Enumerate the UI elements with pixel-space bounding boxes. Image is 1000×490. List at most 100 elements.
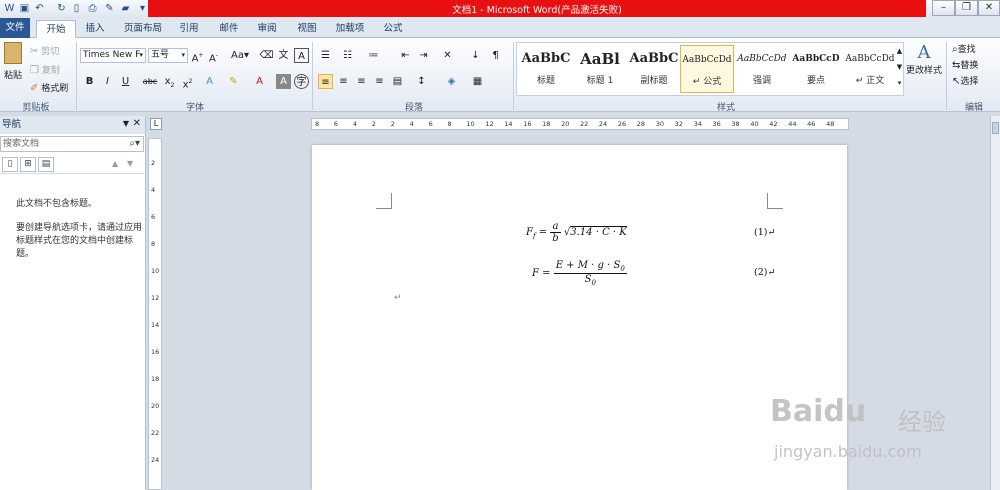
style-subtitle[interactable]: AaBbC 副标题 (627, 45, 681, 93)
underline-icon[interactable]: U (118, 74, 133, 89)
group-label-editing: 编辑 (964, 103, 983, 113)
strikethrough-icon[interactable]: abc (142, 74, 158, 89)
shrink-font-icon[interactable]: A- (206, 48, 221, 64)
tab-review[interactable]: 审阅 (252, 20, 282, 38)
tab-references[interactable]: 引用 (174, 20, 204, 38)
ruler-tick-label: 6 (428, 120, 433, 128)
save-icon[interactable]: ▣ (18, 2, 31, 15)
ruler-tick-label: 10 (151, 267, 160, 275)
headings-view-icon[interactable]: ▯ (2, 157, 18, 172)
line-spacing-icon[interactable]: ↕ (414, 74, 429, 89)
equation-2[interactable]: F = E + M · g · S0 S0 (532, 260, 627, 287)
close-button[interactable]: ✕ (978, 0, 1000, 16)
style-strong[interactable]: AaBbCcD 要点 (789, 45, 843, 93)
select-label: 选择 (960, 77, 979, 87)
style-heading-1[interactable]: AaBl 标题 1 (573, 45, 627, 93)
cut-button[interactable]: ✂ 剪切 (30, 44, 59, 57)
style-heading[interactable]: AaBbC 标题 (519, 45, 573, 93)
new-doc-icon[interactable]: ▯ (70, 2, 83, 15)
bold-icon[interactable]: B (82, 74, 97, 89)
text-effects-icon[interactable]: A (202, 74, 217, 89)
grow-font-icon[interactable]: A+ (190, 48, 205, 64)
vertical-ruler[interactable]: 2 4 6 8 10 12 14 16 18 20 22 24 (148, 138, 162, 490)
show-marks-icon[interactable]: ¶ (488, 48, 503, 63)
char-shading-icon[interactable]: A (276, 74, 291, 89)
restore-button[interactable]: ❐ (955, 0, 978, 16)
spellcheck-icon[interactable]: ✎ (103, 2, 116, 15)
select-button[interactable]: ↖选择 (952, 74, 978, 87)
tab-addins[interactable]: 加载项 (330, 20, 370, 38)
chevron-down-icon[interactable]: ▼ (123, 119, 129, 128)
tab-equation[interactable]: 公式 (378, 20, 408, 38)
numbering-icon[interactable]: ☷ (340, 48, 355, 63)
increase-indent-icon[interactable]: ⇥ (416, 48, 431, 63)
tab-selector-icon[interactable]: L (150, 118, 162, 130)
redo-icon[interactable]: ↻ (55, 2, 68, 15)
distribute-icon[interactable]: ▤ (390, 74, 405, 89)
ruler-tick-label: 10 (466, 120, 475, 128)
print-preview-icon[interactable]: ⎙ (86, 2, 99, 15)
bullets-icon[interactable]: ☰ (318, 48, 333, 63)
style-emphasis[interactable]: AaBbCcDd 强调 (735, 45, 789, 93)
shading-icon[interactable]: ◈ (444, 74, 459, 89)
word-app-icon[interactable]: W (3, 2, 16, 15)
ruler-tick-label: 2 (390, 120, 395, 128)
search-icon[interactable]: ⌕▾ (129, 137, 140, 151)
nav-search-input[interactable]: 搜索文档 ⌕▾ (0, 136, 144, 152)
superscript-icon[interactable]: x2 (180, 74, 195, 90)
find-button[interactable]: ⌕查找 (952, 42, 976, 55)
align-center-icon[interactable]: ≡ (336, 74, 351, 89)
tab-file[interactable]: 文件 (0, 18, 30, 38)
style-equation[interactable]: AaBbCcDd ↵ 公式 (680, 45, 734, 93)
change-case-icon[interactable]: Aa▾ (230, 48, 250, 63)
enclose-char-icon[interactable]: 字 (294, 74, 309, 89)
minimize-button[interactable]: – (932, 0, 955, 16)
format-painter-button[interactable]: ✐ 格式刷 (30, 81, 68, 94)
paste-button[interactable]: 粘贴 (2, 42, 24, 82)
ruler-tick-label: 6 (333, 120, 339, 128)
ruler-tick-label: 38 (731, 120, 740, 128)
clear-format-icon[interactable]: ⌫ (259, 48, 274, 63)
tab-mailings[interactable]: 邮件 (214, 20, 244, 38)
font-size-combo[interactable]: 五号 ▾ (148, 48, 188, 63)
next-result-icon[interactable]: ▼ (127, 159, 133, 168)
decrease-indent-icon[interactable]: ⇤ (398, 48, 413, 63)
style-normal[interactable]: AaBbCcDd ↵ 正文 (843, 45, 897, 93)
tab-home[interactable]: 开始 (36, 20, 76, 38)
tab-page-layout[interactable]: 页面布局 (118, 20, 168, 38)
prev-result-icon[interactable]: ▲ (112, 159, 118, 168)
phonetic-guide-icon[interactable]: 文 (276, 48, 291, 63)
font-name-combo[interactable]: Times New F ▾ (80, 48, 146, 63)
group-label-styles: 样式 (716, 103, 735, 113)
results-view-icon[interactable]: ▤ (38, 157, 54, 172)
asian-layout-icon[interactable]: ✕ (440, 48, 455, 63)
undo-icon[interactable]: ↶ (33, 2, 46, 15)
copy-button[interactable]: ❐ 复制 (30, 63, 60, 76)
scroll-thumb[interactable] (992, 122, 999, 134)
eq1-radicand: 3.14 · C · K (570, 226, 627, 238)
font-color-icon[interactable]: A (252, 74, 267, 89)
tab-insert[interactable]: 插入 (80, 20, 110, 38)
replace-button[interactable]: ⇆替换 (952, 58, 978, 71)
change-styles-button[interactable]: A 更改样式 (906, 42, 942, 76)
horizontal-ruler[interactable]: 8 6 4 2 2 4 6 8 10 12 14 16 18 20 22 24 26 28 30 32 34 36 38 40… (311, 118, 849, 130)
multilevel-list-icon[interactable]: ≔ (366, 48, 381, 63)
highlight-icon[interactable]: ✎ (226, 74, 241, 89)
tab-view[interactable]: 视图 (292, 20, 322, 38)
subscript-icon[interactable]: x2 (162, 74, 177, 89)
italic-icon[interactable]: I (100, 74, 115, 89)
sort-icon[interactable]: ↓ (468, 48, 483, 63)
styles-scroll-up-icon[interactable]: ▲ (892, 44, 907, 59)
char-border-icon[interactable]: A (294, 48, 309, 63)
pages-view-icon[interactable]: ⊞ (20, 157, 36, 172)
styles-more-icon[interactable]: ▾ (892, 76, 907, 91)
align-left-icon[interactable]: ≡ (318, 74, 333, 89)
equation-1[interactable]: Ff = a b √3.14 · C · K (526, 221, 627, 244)
justify-icon[interactable]: ≡ (372, 74, 387, 89)
styles-scroll-down-icon[interactable]: ▼ (892, 60, 907, 75)
align-right-icon[interactable]: ≡ (354, 74, 369, 89)
borders-icon[interactable]: ▦ (470, 74, 485, 89)
open-icon[interactable]: ▰ (119, 2, 132, 15)
crop-mark (376, 193, 392, 209)
close-icon[interactable]: ✕ (133, 118, 141, 129)
